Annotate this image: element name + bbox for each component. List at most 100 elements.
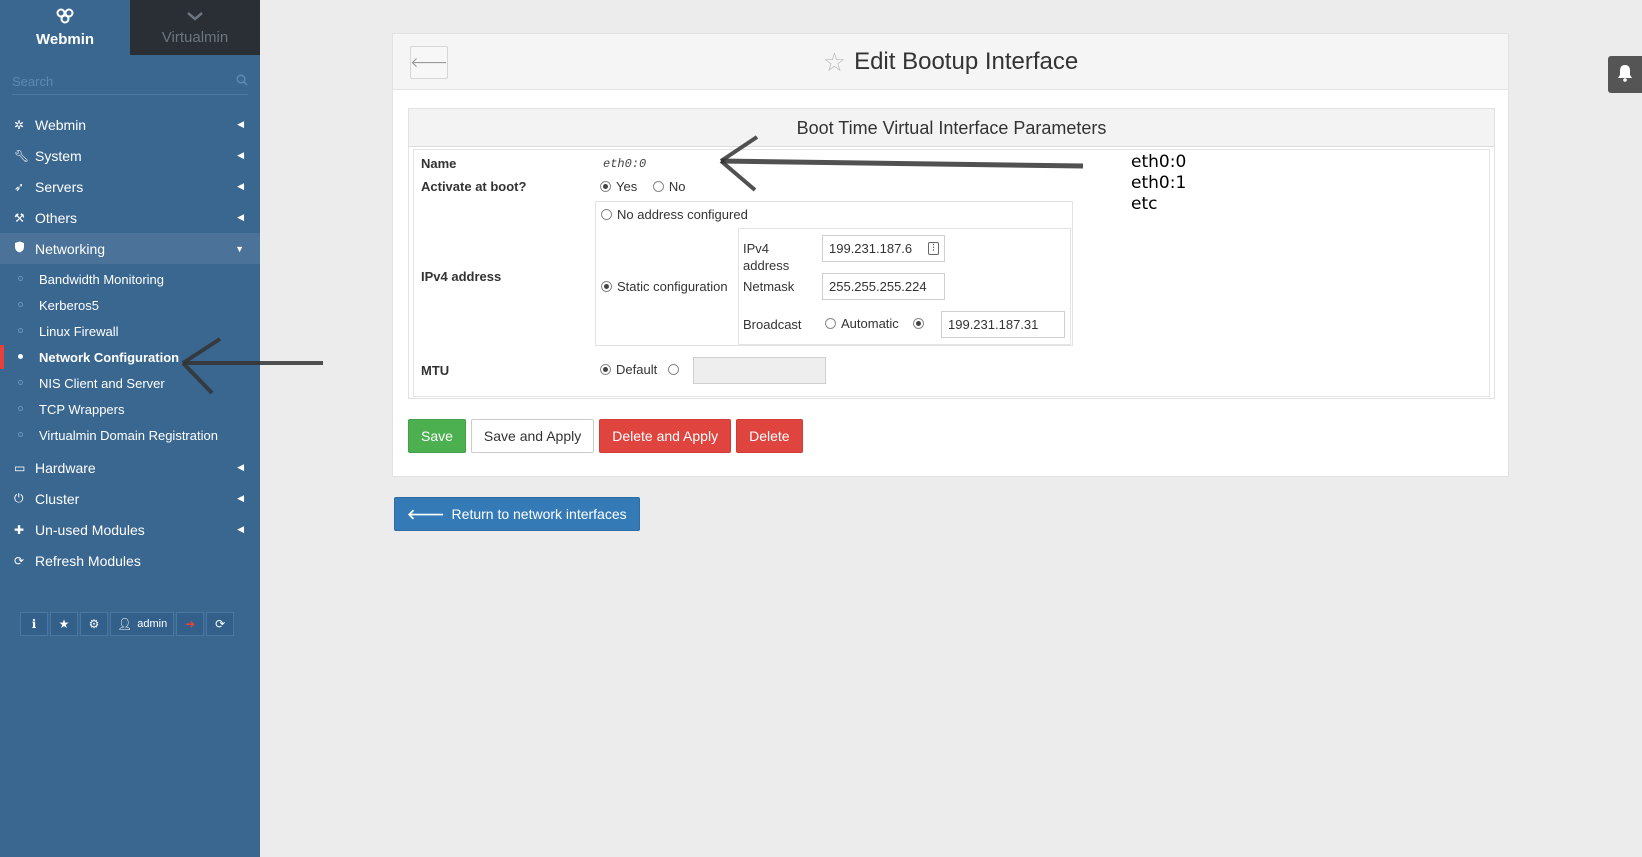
tab-webmin-label: Webmin [35,30,95,48]
delete-button[interactable]: Delete [736,419,803,453]
sidebar-item-webmin[interactable]: ✲ Webmin ◀ [0,109,260,140]
gear-icon: ✲ [14,117,25,132]
sidebar-item-refresh-modules[interactable]: ⟳ Refresh Modules [0,545,260,576]
bullet-icon [18,406,23,411]
search-input[interactable] [12,74,212,89]
search-icon[interactable] [236,74,248,89]
sidebar-item-networking[interactable]: Networking ▼ [0,233,260,264]
sidebar-subitem-virtualmin-domain-registration[interactable]: Virtualmin Domain Registration [0,422,260,448]
form-buttons: Save Save and Apply Delete and Apply Del… [408,419,803,453]
caret-left-icon: ◀ [237,212,244,222]
annotation-line: eth0:0 [1131,152,1187,172]
sidebar-subitem-label: TCP Wrappers [39,401,125,417]
caret-left-icon: ◀ [237,150,244,160]
broadcast-auto-radio[interactable] [825,318,836,329]
sidebar-menu: ✲ Webmin ◀ 🔧︎ System ◀ ➶ Servers ◀ ⚒ Oth… [0,109,260,576]
sidebar-subitem-bandwidth[interactable]: Bandwidth Monitoring [0,266,260,292]
netmask-input[interactable] [822,273,945,300]
sidebar-item-cluster[interactable]: ⏻ Cluster ◀ [0,483,260,514]
sidebar-subitem-network-configuration[interactable]: Network Configuration [0,344,260,370]
user-button[interactable]: 👤︎ admin [110,612,175,636]
sidebar-subitem-tcp-wrappers[interactable]: TCP Wrappers [0,396,260,422]
params-body: Name eth0:0 Activate at boot? Yes No IPv… [413,149,1490,397]
activate-no-label: No [668,179,686,194]
broadcast-input[interactable] [941,311,1065,338]
hdd-icon: ▭ [14,460,26,475]
sidebar-item-servers[interactable]: ➶ Servers ◀ [0,171,260,202]
mtu-default-option: Default [600,362,657,377]
activate-label: Activate at boot? [421,179,527,194]
return-button-label: Return to network interfaces [451,506,627,522]
activate-options: Yes No [600,179,697,194]
annotation-line: etc [1131,194,1158,214]
main-panel: 🡐 ☆ Edit Bootup Interface Boot Time Virtu… [392,33,1509,477]
activate-yes-label: Yes [616,179,638,194]
star-icon: ★ [58,617,70,631]
sidebar-item-unused-modules[interactable]: ✚ Un-used Modules ◀ [0,514,260,545]
sidebar-item-label: Hardware [35,459,96,476]
ipv4-field-label-line1: IPv4 [743,241,770,256]
sidebar-subitem-label: Bandwidth Monitoring [39,271,165,287]
favorites-button[interactable]: ★ [50,612,78,636]
sidebar-subitem-kerberos5[interactable]: Kerberos5 [0,292,260,318]
delete-and-apply-button[interactable]: Delete and Apply [599,419,732,453]
reload-button[interactable]: ⟳ [206,612,235,636]
info-button[interactable]: ℹ [20,612,48,636]
sidebar-item-others[interactable]: ⚒ Others ◀ [0,202,260,233]
bullet-icon [18,328,23,333]
gavel-icon: ⚒ [14,210,25,225]
sidebar-item-label: Refresh Modules [35,552,141,569]
params-section-title: Boot Time Virtual Interface Parameters [409,109,1494,147]
mtu-custom-radio[interactable] [668,364,679,375]
star-outline-icon[interactable]: ☆ [823,47,846,77]
activate-yes-radio[interactable] [600,181,611,192]
annotation-note: eth0:0 eth0:1 etc [1131,152,1186,215]
notifications-button[interactable] [1608,56,1642,93]
webmin-logo-icon [56,8,74,28]
mtu-default-radio[interactable] [600,364,611,375]
chevron-down-icon [186,10,204,26]
shield-icon [14,241,35,256]
logout-button[interactable]: ➜ [176,612,205,636]
sidebar-tabs: Webmin Virtualmin [0,0,260,55]
no-address-option: No address configured [601,207,748,222]
tab-webmin[interactable]: Webmin [0,0,130,55]
sidebar-item-label: System [35,147,82,164]
sidebar-item-label: Others [35,209,78,226]
save-button[interactable]: Save [408,419,466,453]
sidebar-item-label: Un-used Modules [35,521,145,538]
sidebar: Webmin Virtualmin ✲ Webmin ◀ 🔧︎ System ◀… [0,0,260,857]
no-address-radio[interactable] [601,209,612,220]
info-icon: ℹ [31,617,37,631]
netmask-label: Netmask [743,279,795,294]
caret-left-icon: ◀ [237,119,244,129]
keypad-icon[interactable]: ⁝ [928,242,939,255]
static-config-radio[interactable] [601,281,612,292]
theme-settings-button[interactable]: ⚙ [80,612,108,636]
sidebar-item-hardware[interactable]: ▭ Hardware ◀ [0,452,260,483]
tab-virtualmin[interactable]: Virtualmin [130,0,260,55]
return-to-network-interfaces-button[interactable]: 🡐 Return to network interfaces [394,497,640,531]
sign-out-icon: ➜ [185,617,196,631]
refresh-icon: ⟳ [14,553,25,568]
networking-submenu: Bandwidth Monitoring Kerberos5 Linux Fir… [0,264,260,452]
caret-left-icon: ◀ [237,462,244,472]
sidebar-subitem-label: Kerberos5 [39,297,99,313]
refresh-icon: ⟳ [215,617,226,631]
arrow-left-icon: 🡐 [407,505,445,522]
sidebar-item-label: Webmin [35,116,87,133]
sidebar-footer: ℹ ★ ⚙ 👤︎ admin ➜ ⟳ [20,612,235,636]
rocket-icon: ➶ [14,179,25,194]
mtu-input[interactable] [693,357,826,384]
broadcast-custom-radio[interactable] [913,318,924,329]
sidebar-subitem-linux-firewall[interactable]: Linux Firewall [0,318,260,344]
save-and-apply-button[interactable]: Save and Apply [470,419,595,453]
bullet-icon [18,354,23,359]
activate-no-radio[interactable] [652,181,664,192]
bullet-icon [18,432,23,437]
caret-down-icon: ▼ [235,243,244,254]
sidebar-subitem-nis[interactable]: NIS Client and Server [0,370,260,396]
sidebar-item-system[interactable]: 🔧︎ System ◀ [0,140,260,171]
sidebar-item-label: Networking [35,240,106,257]
ipv4-address-input[interactable] [822,235,945,262]
